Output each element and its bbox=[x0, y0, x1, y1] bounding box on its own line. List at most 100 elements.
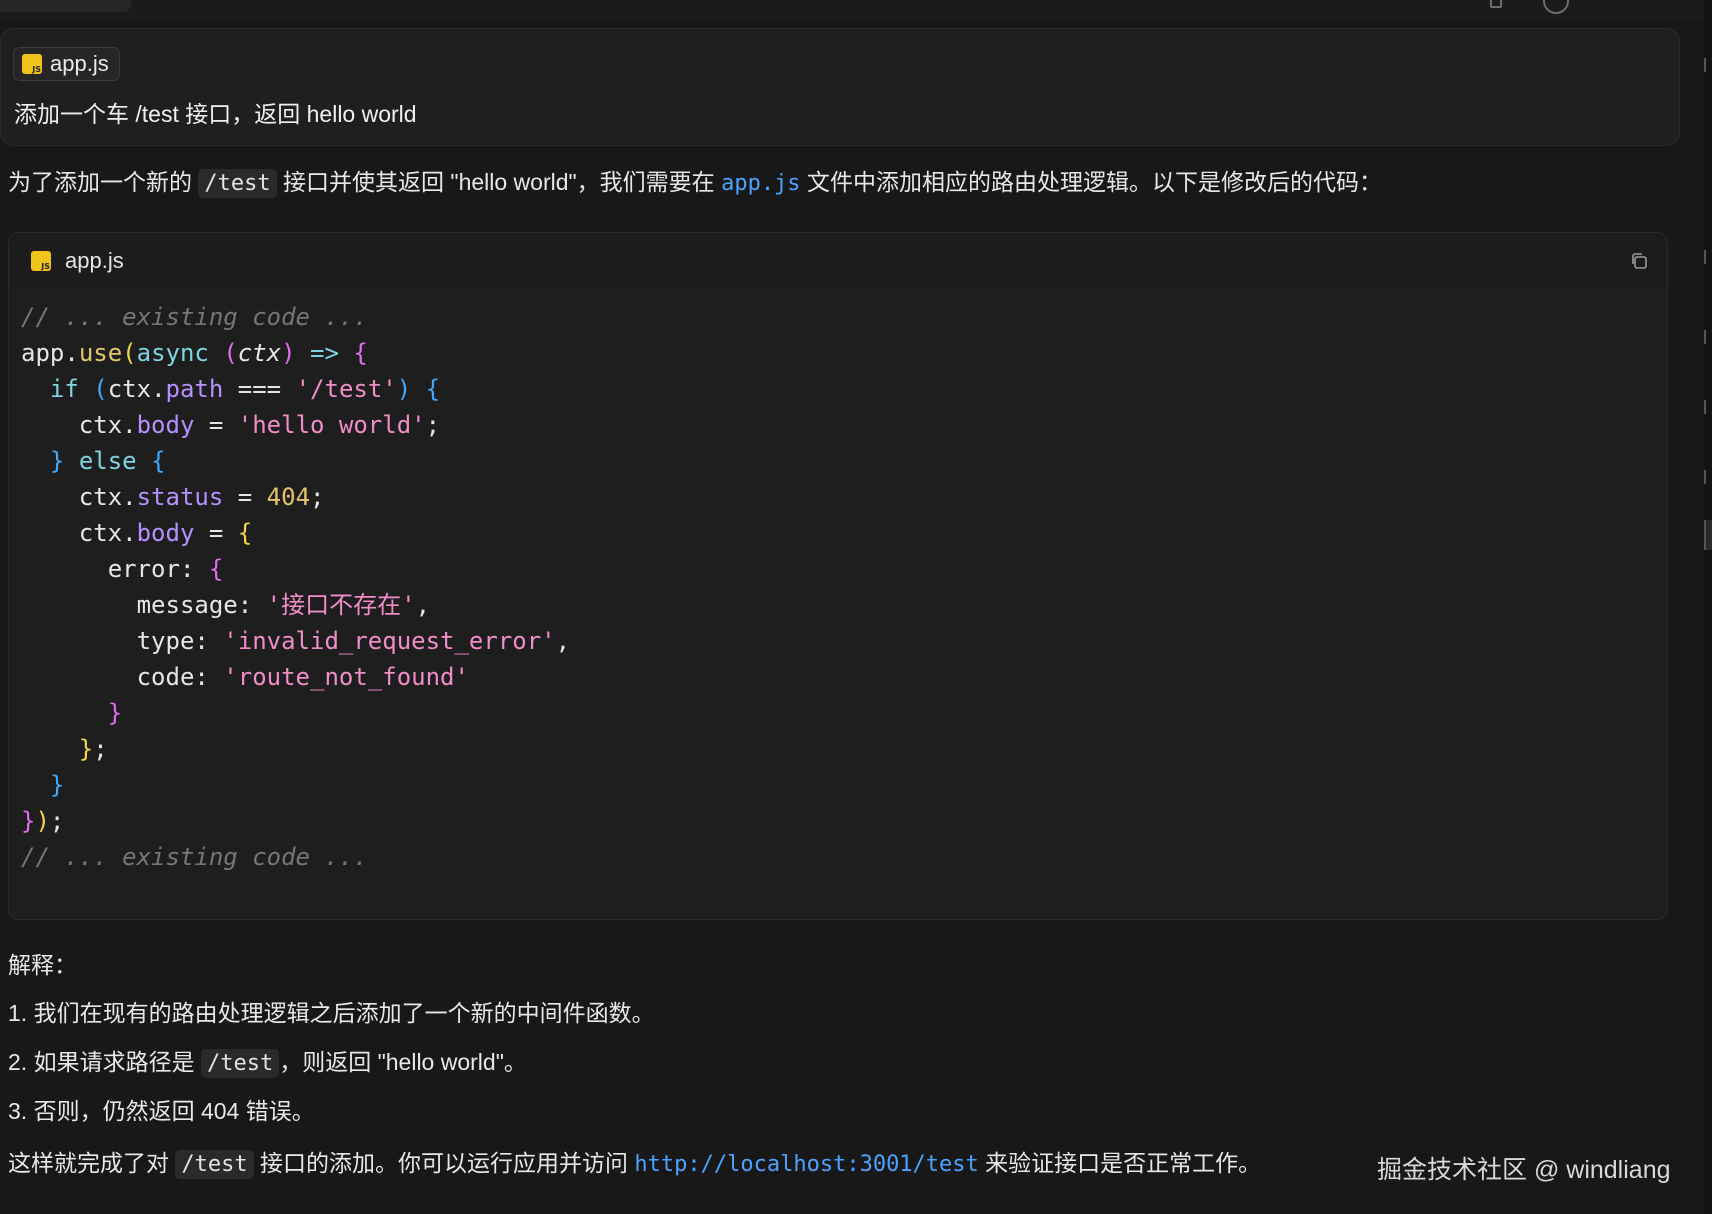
code-token: status bbox=[136, 483, 224, 511]
response-intro: 为了添加一个新的 /test 接口并使其返回 "hello world"，我们需… bbox=[8, 163, 1382, 198]
closing-paragraph: 这样就完成了对 /test 接口的添加。你可以运行应用并访问 http://lo… bbox=[8, 1144, 1262, 1179]
closing-text-3: 来验证接口是否正常工作。 bbox=[978, 1150, 1262, 1176]
code-token: ( bbox=[223, 339, 238, 367]
code-token: error bbox=[107, 555, 180, 583]
code-token: 'invalid_request_error' bbox=[223, 627, 556, 655]
code-token: ) bbox=[396, 375, 412, 403]
file-link-app-js[interactable]: app.js bbox=[721, 171, 800, 196]
panel-fragment bbox=[1704, 250, 1712, 264]
user-message-text: 添加一个车 /test 接口，返回 hello world bbox=[14, 101, 417, 127]
code-token: code bbox=[136, 663, 195, 691]
inline-code-test: /test bbox=[200, 1049, 280, 1078]
code-comment: // ... existing code ... bbox=[21, 843, 368, 871]
code-token: . bbox=[122, 483, 137, 511]
code-content: // ... existing code ... app.use(async (… bbox=[21, 299, 570, 875]
code-token: { bbox=[151, 447, 166, 475]
code-token: } bbox=[78, 735, 94, 763]
code-token: { bbox=[353, 339, 368, 367]
code-token: body bbox=[136, 411, 195, 439]
code-token: : bbox=[194, 627, 209, 655]
code-token: , bbox=[415, 591, 431, 619]
editor-tab[interactable] bbox=[0, 0, 132, 12]
code-token: ( bbox=[122, 339, 137, 367]
closing-text-1: 这样就完成了对 bbox=[8, 1150, 176, 1176]
closing-text-2: 接口的添加。你可以运行应用并访问 bbox=[253, 1150, 635, 1176]
code-token: } bbox=[21, 807, 36, 835]
code-token: ctx bbox=[78, 519, 123, 547]
code-token: ctx bbox=[78, 483, 123, 511]
file-chip[interactable]: app.js bbox=[13, 47, 120, 81]
panel-fragment bbox=[1704, 58, 1712, 72]
explain-item: 1. 我们在现有的路由处理逻辑之后添加了一个新的中间件函数。 bbox=[8, 1000, 655, 1026]
code-token: if bbox=[49, 375, 79, 403]
code-token: 'route_not_found' bbox=[223, 663, 469, 691]
code-token: = bbox=[237, 483, 253, 511]
intro-text-3: 文件中添加相应的路由处理逻辑。以下是修改后的代码： bbox=[800, 169, 1382, 195]
top-toolbar bbox=[0, 0, 1712, 22]
code-token: path bbox=[165, 375, 224, 403]
panel-scroll-thumb[interactable] bbox=[1704, 520, 1712, 550]
code-token: => bbox=[310, 339, 339, 367]
inline-code-test: /test bbox=[198, 169, 277, 198]
explain-item: 3. 否则，仍然返回 404 错误。 bbox=[8, 1098, 315, 1124]
code-token: { bbox=[425, 375, 441, 403]
code-token: } bbox=[49, 771, 65, 799]
explain-text: 2. 如果请求路径是 bbox=[8, 1049, 201, 1075]
code-token: } bbox=[107, 699, 123, 727]
code-token: use bbox=[78, 339, 123, 367]
copy-icon[interactable] bbox=[1629, 251, 1649, 271]
user-message: app.js 添加一个车 /test 接口，返回 hello world bbox=[0, 28, 1680, 146]
code-token: ctx bbox=[107, 375, 152, 403]
code-token: . bbox=[122, 411, 137, 439]
intro-text-1: 为了添加一个新的 bbox=[8, 169, 199, 195]
code-token: { bbox=[208, 555, 224, 583]
panel-fragment bbox=[1704, 330, 1712, 344]
watermark: 掘金技术社区 @ windliang bbox=[1377, 1156, 1671, 1184]
intro-text-2: 接口并使其返回 "hello world"，我们需要在 bbox=[276, 169, 722, 195]
panel-fragment bbox=[1704, 400, 1712, 414]
code-token: . bbox=[122, 519, 137, 547]
code-token: ( bbox=[93, 375, 108, 403]
code-token: ctx bbox=[78, 411, 123, 439]
localhost-link[interactable]: http://localhost:3001/test bbox=[634, 1152, 978, 1177]
code-comment: // ... existing code ... bbox=[21, 303, 368, 331]
code-token: = bbox=[208, 411, 224, 439]
code-token: '/test' bbox=[295, 375, 397, 403]
code-token: ) bbox=[35, 807, 50, 835]
code-token: = bbox=[208, 519, 224, 547]
code-token: body bbox=[136, 519, 195, 547]
panel-fragment bbox=[1704, 470, 1712, 484]
inline-code-test: /test bbox=[175, 1150, 254, 1179]
code-token: 404 bbox=[266, 483, 311, 511]
code-token: ; bbox=[310, 483, 325, 511]
code-token: { bbox=[237, 519, 253, 547]
code-token: ) bbox=[281, 339, 296, 367]
code-token: async bbox=[136, 339, 209, 367]
code-token: } bbox=[49, 447, 65, 475]
code-token: : bbox=[237, 591, 253, 619]
code-token: : bbox=[194, 663, 209, 691]
explain-item: 2. 如果请求路径是 /test ，则返回 "hello world"。 bbox=[8, 1043, 527, 1078]
code-token: ; bbox=[93, 735, 108, 763]
code-token: ; bbox=[49, 807, 65, 835]
toolbar-circle-icon[interactable] bbox=[1543, 0, 1569, 14]
code-token: === bbox=[237, 375, 282, 403]
code-block-filename[interactable]: app.js bbox=[65, 248, 124, 274]
explain-text: ，则返回 "hello world"。 bbox=[279, 1049, 527, 1075]
js-file-icon bbox=[22, 54, 42, 74]
code-token: else bbox=[78, 447, 137, 475]
code-token: type bbox=[136, 627, 195, 655]
right-panel-edge bbox=[1704, 0, 1712, 1214]
code-token: ; bbox=[425, 411, 441, 439]
code-token: , bbox=[555, 627, 571, 655]
code-token: 'hello world' bbox=[237, 411, 426, 439]
file-chip-label: app.js bbox=[50, 51, 109, 76]
toolbar-square-icon[interactable] bbox=[1490, 0, 1502, 8]
code-block: app.js // ... existing code ... app.use(… bbox=[8, 232, 1668, 920]
code-token: app bbox=[21, 339, 65, 367]
code-token: . bbox=[64, 339, 79, 367]
code-token: ctx bbox=[237, 339, 282, 367]
js-file-icon bbox=[31, 251, 51, 271]
code-token: '接口不存在' bbox=[266, 591, 416, 619]
code-token: message bbox=[136, 591, 238, 619]
